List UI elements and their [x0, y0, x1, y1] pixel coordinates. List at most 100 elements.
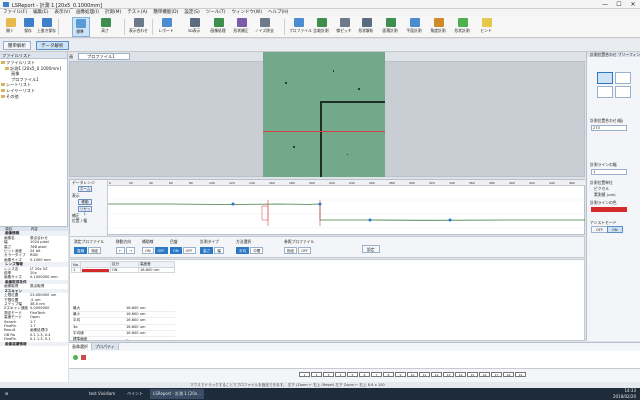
- timeline-frame[interactable]: 19: [515, 372, 526, 377]
- ribbon-button-5[interactable]: 表示合わせ: [129, 17, 148, 37]
- ribbon-button-15[interactable]: 面積計測: [382, 17, 400, 37]
- tab-image-select[interactable]: 画像選択: [69, 343, 92, 350]
- move-button[interactable]: 移動: [78, 199, 92, 205]
- line-color-swatch[interactable]: [591, 207, 627, 212]
- menu-tools[interactable]: ツール(T): [206, 9, 226, 16]
- ribbon-button-6[interactable]: レポート: [158, 17, 176, 37]
- stop-icon[interactable]: [81, 355, 86, 360]
- assist-on-button[interactable]: ON: [607, 226, 623, 233]
- timeline-frame[interactable]: 5: [347, 372, 358, 377]
- control-option-button[interactable]: OFF: [182, 247, 196, 254]
- tab-properties[interactable]: プロパティ: [92, 343, 119, 350]
- simple-analysis-button[interactable]: 簡単解析: [3, 41, 31, 50]
- ribbon-button-0[interactable]: 開く: [2, 17, 20, 37]
- taskbar-item-paint[interactable]: ペイント: [124, 389, 146, 399]
- ribbon-button-19[interactable]: ヒント: [478, 17, 496, 37]
- control-option-button[interactable]: 平均: [236, 247, 250, 254]
- control-option-button[interactable]: OFF: [298, 247, 312, 254]
- control-option-button[interactable]: OFF: [154, 247, 168, 254]
- ribbon-button-18[interactable]: 形状計測: [454, 17, 472, 37]
- mode-vertical-button[interactable]: [615, 72, 631, 84]
- thumbnail-strip[interactable]: [69, 351, 640, 369]
- timeline-frame[interactable]: 15: [467, 372, 478, 377]
- mode-free-button[interactable]: [615, 86, 631, 98]
- apply-settings-button[interactable]: 設定: [362, 245, 380, 253]
- timeline-frame[interactable]: 13: [443, 372, 454, 377]
- timeline-frame[interactable]: 18: [503, 372, 514, 377]
- table-row[interactable]: 1 ON 16.600 um: [71, 267, 176, 273]
- thickness-field[interactable]: 1: [591, 169, 627, 175]
- ribbon-button-13[interactable]: 線ピッチ: [336, 17, 354, 37]
- close-button[interactable]: ✕: [626, 0, 640, 9]
- mode-diagonal-button[interactable]: [597, 86, 613, 98]
- timeline-frame[interactable]: 17: [491, 372, 502, 377]
- control-option-button[interactable]: 中間: [250, 247, 264, 254]
- tree-item-other[interactable]: その他: [1, 94, 66, 100]
- menu-test[interactable]: テスト(A): [127, 9, 147, 16]
- ribbon-button-14[interactable]: 形状解析: [358, 17, 376, 37]
- microscope-image[interactable]: [263, 52, 385, 177]
- mode-horizontal-button[interactable]: [597, 72, 613, 84]
- play-icon[interactable]: [73, 355, 78, 360]
- timeline-frame[interactable]: 11: [419, 372, 430, 377]
- timeline-frame[interactable]: 9: [395, 372, 406, 377]
- control-option-button[interactable]: 指定: [284, 247, 298, 254]
- menu-file[interactable]: ファイル(F): [3, 9, 27, 16]
- timeline-frame[interactable]: 2: [311, 372, 322, 377]
- menu-settings[interactable]: 設定(S): [184, 9, 199, 16]
- control-option-button[interactable]: 高さ: [200, 247, 214, 254]
- timeline-frame[interactable]: 10: [407, 372, 418, 377]
- control-option-button[interactable]: 指定: [88, 247, 102, 254]
- control-option-button[interactable]: ON: [170, 247, 182, 254]
- menu-window[interactable]: ウィンドウ(W): [232, 9, 262, 16]
- timeline-frame[interactable]: 8: [383, 372, 394, 377]
- minimize-button[interactable]: —: [598, 0, 612, 9]
- maximize-button[interactable]: ☐: [612, 0, 626, 9]
- menu-measure[interactable]: 計測(M): [105, 9, 121, 16]
- radio-pixel[interactable]: ピクセル: [591, 186, 609, 191]
- control-option-button[interactable]: ON: [142, 247, 154, 254]
- control-option-button[interactable]: 幅: [214, 247, 224, 254]
- tab-image[interactable]: 画像: [69, 53, 77, 66]
- profile-graph[interactable]: データレンジ ズーム 表示 移動 リセット 補正 位置 / 幅 0 20 40 60 8…: [69, 179, 585, 236]
- ribbon-button-10[interactable]: ノイズ除去: [255, 17, 274, 37]
- control-option-button[interactable]: →: [126, 247, 136, 254]
- timeline-frame[interactable]: 7: [371, 372, 382, 377]
- menu-image[interactable]: 画像処理(I): [76, 9, 99, 16]
- profile-line[interactable]: [263, 131, 385, 132]
- zoom-button[interactable]: ズーム: [78, 186, 92, 192]
- control-option-button[interactable]: ←: [116, 247, 126, 254]
- menu-help[interactable]: ヘルプ(H): [268, 9, 288, 16]
- taskbar-item-lsreport[interactable]: LSReport - 計測 1 [20x...: [150, 389, 204, 399]
- tab-profile[interactable]: プロファイル1: [78, 53, 130, 60]
- control-option-button[interactable]: 直線: [74, 247, 88, 254]
- menu-view[interactable]: 表示(V): [54, 9, 70, 16]
- ribbon-button-8[interactable]: 画像処理: [210, 17, 228, 37]
- ribbon-button-3[interactable]: 標準: [72, 17, 90, 37]
- timeline-frame[interactable]: 6: [359, 372, 370, 377]
- ribbon-button-16[interactable]: 平面計測: [406, 17, 424, 37]
- menu-easy[interactable]: 簡単機能(D): [153, 9, 178, 16]
- ribbon-button-7[interactable]: 3D表示: [186, 17, 204, 37]
- reset-button[interactable]: リセット: [78, 206, 92, 216]
- timeline-frame[interactable]: 1: [299, 372, 310, 377]
- timeline-frame[interactable]: 14: [455, 372, 466, 377]
- position-field[interactable]: 270: [591, 125, 627, 131]
- timeline-frame[interactable]: 3: [323, 372, 334, 377]
- start-icon[interactable]: ⊞: [2, 389, 11, 399]
- ribbon-button-9[interactable]: 形状補正: [233, 17, 251, 37]
- data-analysis-button[interactable]: データ解析: [36, 41, 69, 50]
- radio-actual[interactable]: 実測値 (um): [591, 192, 616, 197]
- ribbon-button-11[interactable]: プロファイル: [289, 17, 312, 37]
- ribbon-button-4[interactable]: 高さ: [97, 17, 115, 37]
- assist-off-button[interactable]: OFF: [591, 226, 608, 233]
- ribbon-button-1[interactable]: 保存: [20, 17, 38, 37]
- timeline-frame[interactable]: 12: [431, 372, 442, 377]
- timeline-frame[interactable]: 16: [479, 372, 490, 377]
- timeline-frame[interactable]: 4: [335, 372, 346, 377]
- ribbon-button-2[interactable]: 上書き保存: [37, 17, 56, 37]
- menu-edit[interactable]: 編集(E): [33, 9, 48, 16]
- ribbon-button-12[interactable]: 比較計測: [313, 17, 331, 37]
- ribbon-button-17[interactable]: 角度計測: [430, 17, 448, 37]
- taskbar-item-vividiam[interactable]: test Vividiam: [86, 389, 118, 399]
